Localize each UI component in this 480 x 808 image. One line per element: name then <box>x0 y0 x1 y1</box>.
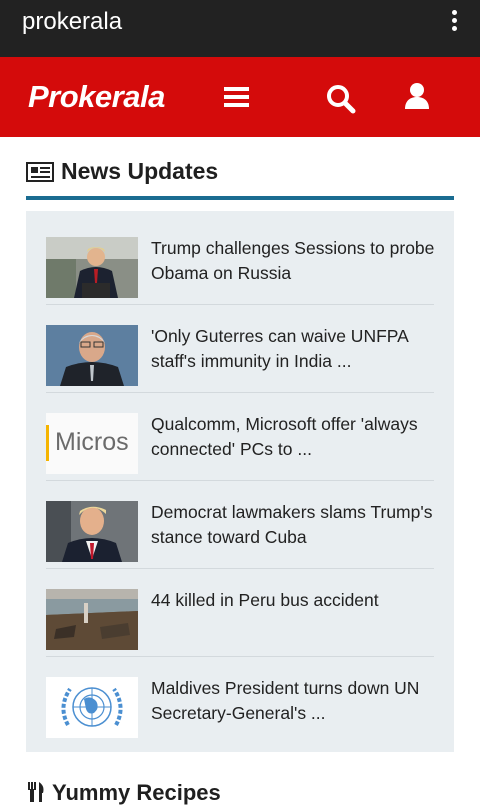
overflow-menu-icon[interactable] <box>446 10 462 34</box>
news-headline[interactable]: Democrat lawmakers slams Trump's stance … <box>151 500 436 550</box>
news-headline[interactable]: Trump challenges Sessions to probe Obama… <box>151 236 436 286</box>
app-title: prokerala <box>22 8 123 35</box>
site-header: Prokerala <box>0 57 480 137</box>
news-item[interactable]: Micros Qualcomm, Microsoft offer 'always… <box>46 393 434 481</box>
search-icon[interactable] <box>326 84 356 114</box>
news-section-header: News Updates <box>26 156 454 200</box>
un-emblem-thumbnail[interactable] <box>46 677 138 738</box>
hamburger-menu-icon[interactable] <box>224 87 249 107</box>
news-item[interactable]: Maldives President turns down UN Secreta… <box>46 657 434 745</box>
news-item[interactable]: Trump challenges Sessions to probe Obama… <box>46 217 434 305</box>
user-icon[interactable] <box>402 81 432 111</box>
news-list: Trump challenges Sessions to probe Obama… <box>26 211 454 752</box>
news-section-title: News Updates <box>61 158 219 184</box>
news-headline[interactable]: Qualcomm, Microsoft offer 'always connec… <box>151 412 436 462</box>
peru-accident-thumbnail[interactable] <box>46 589 138 650</box>
recipes-section-title: Yummy Recipes <box>52 780 221 805</box>
news-headline[interactable]: Maldives President turns down UN Secreta… <box>151 676 436 726</box>
microsoft-thumbnail[interactable]: Micros <box>46 413 138 474</box>
trump-portrait-thumbnail[interactable] <box>46 501 138 562</box>
microsoft-thumbnail-text: Micros <box>55 428 129 456</box>
recipes-section-header: Yummy Recipes <box>26 778 454 808</box>
site-logo[interactable]: Prokerala <box>28 79 165 115</box>
browser-app-bar: prokerala <box>0 0 480 57</box>
news-headline[interactable]: 44 killed in Peru bus accident <box>151 588 436 613</box>
news-item[interactable]: Democrat lawmakers slams Trump's stance … <box>46 481 434 569</box>
news-headline[interactable]: 'Only Guterres can waive UNFPA staff's i… <box>151 324 436 374</box>
news-item[interactable]: 44 killed in Peru bus accident <box>46 569 434 657</box>
fork-knife-icon <box>26 782 46 802</box>
news-item[interactable]: 'Only Guterres can waive UNFPA staff's i… <box>46 305 434 393</box>
trump-podium-thumbnail[interactable] <box>46 237 138 298</box>
guterres-thumbnail[interactable] <box>46 325 138 386</box>
newspaper-icon <box>26 162 54 182</box>
